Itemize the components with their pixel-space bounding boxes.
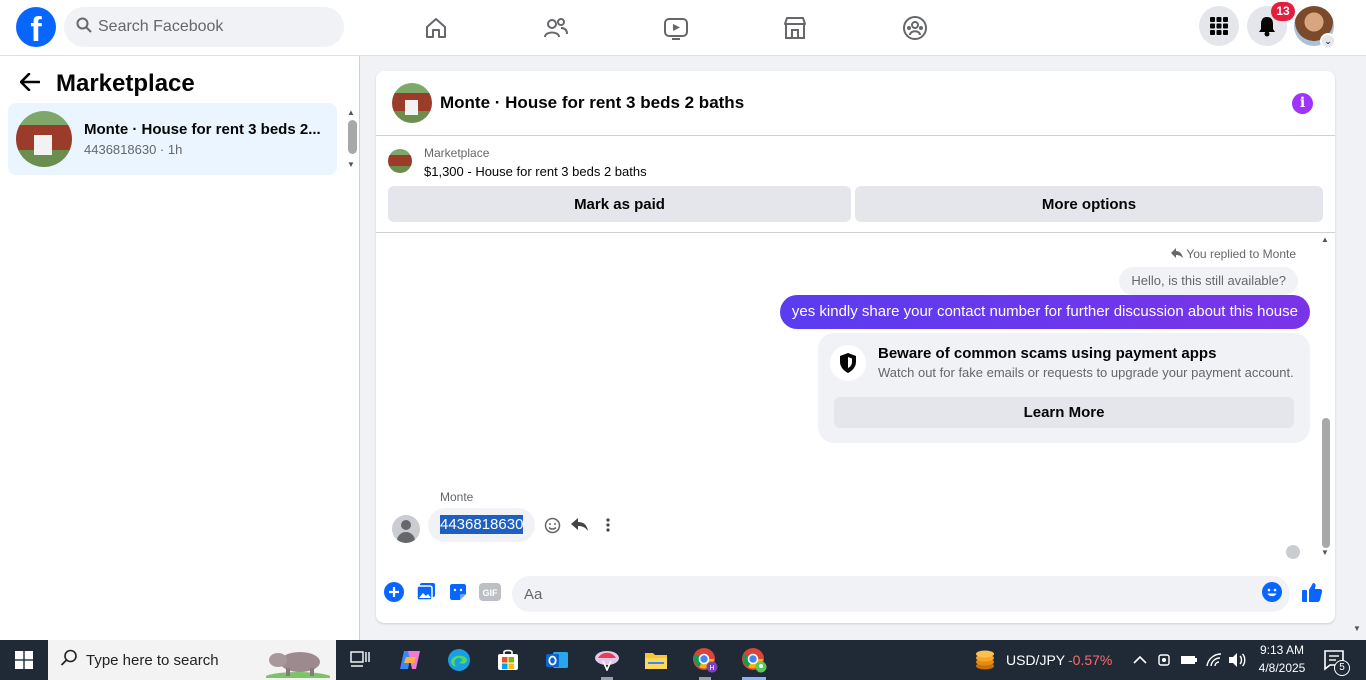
windows-logo-icon (15, 651, 33, 669)
more-options-button[interactable]: More options (855, 186, 1323, 222)
search-input[interactable] (98, 18, 318, 36)
clock-date[interactable]: 4/8/2025 (1256, 661, 1308, 675)
replied-note: You replied to Monte (1171, 247, 1296, 261)
menu-grid-button[interactable] (1199, 6, 1239, 46)
ticker-change[interactable]: -0.57% (1068, 652, 1112, 668)
plus-circle-icon[interactable] (383, 581, 405, 603)
outgoing-message[interactable]: yes kindly share your contact number for… (779, 295, 1310, 329)
edge-browser-icon[interactable] (439, 644, 479, 676)
search-icon (60, 649, 78, 672)
chevron-down-icon[interactable]: ⌄ (1320, 33, 1336, 49)
scroll-down-arrow-icon[interactable]: ▼ (1321, 548, 1329, 557)
windows-taskbar: H USD/JPY -0.57% 9:13 AM 4/8/2025 5 (0, 640, 1366, 680)
mark-as-paid-button[interactable]: Mark as paid (388, 186, 851, 222)
panel-header: Marketplace (19, 70, 195, 98)
outlook-icon[interactable] (537, 644, 577, 676)
watch-icon[interactable] (658, 10, 694, 46)
scam-warning-title: Beware of common scams using payment app… (878, 345, 1217, 362)
conversation-title: Monte · House for rent 3 beds 2... (84, 121, 321, 138)
emoji-icon[interactable] (1261, 581, 1283, 603)
marketplace-icon[interactable] (777, 10, 813, 46)
ticker-name[interactable]: USD/JPY (1006, 652, 1065, 668)
sender-name: Monte (440, 490, 474, 504)
marketplace-inbox-panel: Marketplace Monte · House for rent 3 bed… (0, 56, 360, 640)
more-vertical-icon[interactable] (598, 515, 618, 535)
photo-icon[interactable] (415, 581, 437, 603)
notification-badge: 13 (1271, 2, 1295, 21)
notification-count-badge: 5 (1334, 660, 1350, 676)
battery-icon[interactable] (1180, 651, 1198, 669)
currency-coins-icon (976, 650, 994, 670)
scroll-up-arrow-icon[interactable]: ▲ (1321, 235, 1329, 244)
chrome-active-icon[interactable] (734, 644, 774, 680)
conversation-subtitle: 4436818630 · 1h (84, 142, 183, 157)
listing-description[interactable]: $1,300 - House for rent 3 beds 2 baths (424, 164, 647, 179)
message-composer: GIF (376, 568, 1335, 620)
chat-title[interactable]: Monte · House for rent 3 beds 2 baths (440, 93, 744, 113)
reply-icon (1171, 247, 1186, 261)
svg-text:GIF: GIF (483, 588, 499, 598)
sender-avatar[interactable] (392, 515, 420, 543)
clock-time[interactable]: 9:13 AM (1258, 643, 1306, 657)
scrollbar-thumb[interactable] (348, 120, 357, 154)
top-navigation-bar: f 13 ⌄ (0, 0, 1366, 56)
incoming-message[interactable]: 4436818630 (428, 508, 536, 542)
reply-icon[interactable] (570, 515, 590, 535)
scroll-down-arrow-icon[interactable]: ▼ (1353, 624, 1361, 633)
scroll-up-arrow-icon[interactable]: ▲ (347, 108, 355, 117)
incoming-message-text[interactable]: 4436818630 (440, 515, 524, 534)
microsoft-store-icon[interactable] (488, 644, 528, 676)
file-explorer-icon[interactable] (636, 644, 676, 676)
taskbar-search[interactable] (48, 640, 336, 680)
search-facebook[interactable] (64, 7, 344, 47)
react-smiley-icon[interactable] (542, 515, 562, 535)
task-view-icon[interactable] (340, 644, 380, 676)
snipping-tool-icon[interactable] (587, 644, 627, 680)
back-arrow-icon[interactable] (19, 70, 56, 98)
learn-more-button[interactable]: Learn More (834, 397, 1294, 428)
search-icon (76, 17, 92, 38)
listing-thumbnail[interactable] (388, 149, 412, 173)
listing-thumbnail (16, 111, 72, 167)
show-hidden-icons-chevron-icon[interactable] (1131, 651, 1149, 669)
scam-warning-card: Beware of common scams using payment app… (818, 333, 1310, 443)
meet-now-icon[interactable] (1156, 651, 1174, 669)
grid-icon (1210, 17, 1228, 35)
home-icon[interactable] (418, 10, 454, 46)
replied-note-text: You replied to Monte (1186, 247, 1296, 261)
page-title: Marketplace (56, 70, 195, 97)
sticker-icon[interactable] (447, 581, 469, 603)
chrome-profile-h-icon[interactable]: H (685, 644, 725, 680)
friends-icon[interactable] (538, 10, 574, 46)
search-highlight-hippo-icon (266, 652, 330, 678)
thumbs-up-icon[interactable] (1301, 581, 1323, 603)
gif-icon[interactable]: GIF (479, 581, 501, 603)
message-input[interactable] (512, 576, 1290, 612)
wifi-icon[interactable] (1205, 651, 1223, 669)
facebook-logo[interactable]: f (16, 7, 56, 47)
listing-thumbnail[interactable] (392, 83, 432, 123)
taskbar-search-input[interactable] (86, 651, 256, 669)
chat-header: Monte · House for rent 3 beds 2 baths i (376, 71, 1335, 136)
volume-icon[interactable] (1228, 651, 1246, 669)
copilot-icon[interactable] (390, 644, 430, 676)
info-icon[interactable]: i (1292, 93, 1313, 114)
message-thread: You replied to Monte Hello, is this stil… (376, 233, 1335, 563)
start-button[interactable] (0, 640, 48, 680)
seen-avatar (1286, 545, 1300, 559)
scrollbar-thumb[interactable] (1322, 418, 1330, 548)
shield-icon (830, 345, 866, 381)
scroll-down-arrow-icon[interactable]: ▼ (347, 160, 355, 169)
svg-text:H: H (709, 665, 714, 672)
groups-icon[interactable] (897, 10, 933, 46)
quoted-message[interactable]: Hello, is this still available? (1119, 267, 1298, 295)
listing-category: Marketplace (424, 146, 490, 160)
chat-window: Monte · House for rent 3 beds 2 baths i … (376, 71, 1335, 623)
scam-warning-description: Watch out for fake emails or requests to… (878, 365, 1294, 380)
conversation-item[interactable]: Monte · House for rent 3 beds 2... 44368… (8, 103, 337, 175)
